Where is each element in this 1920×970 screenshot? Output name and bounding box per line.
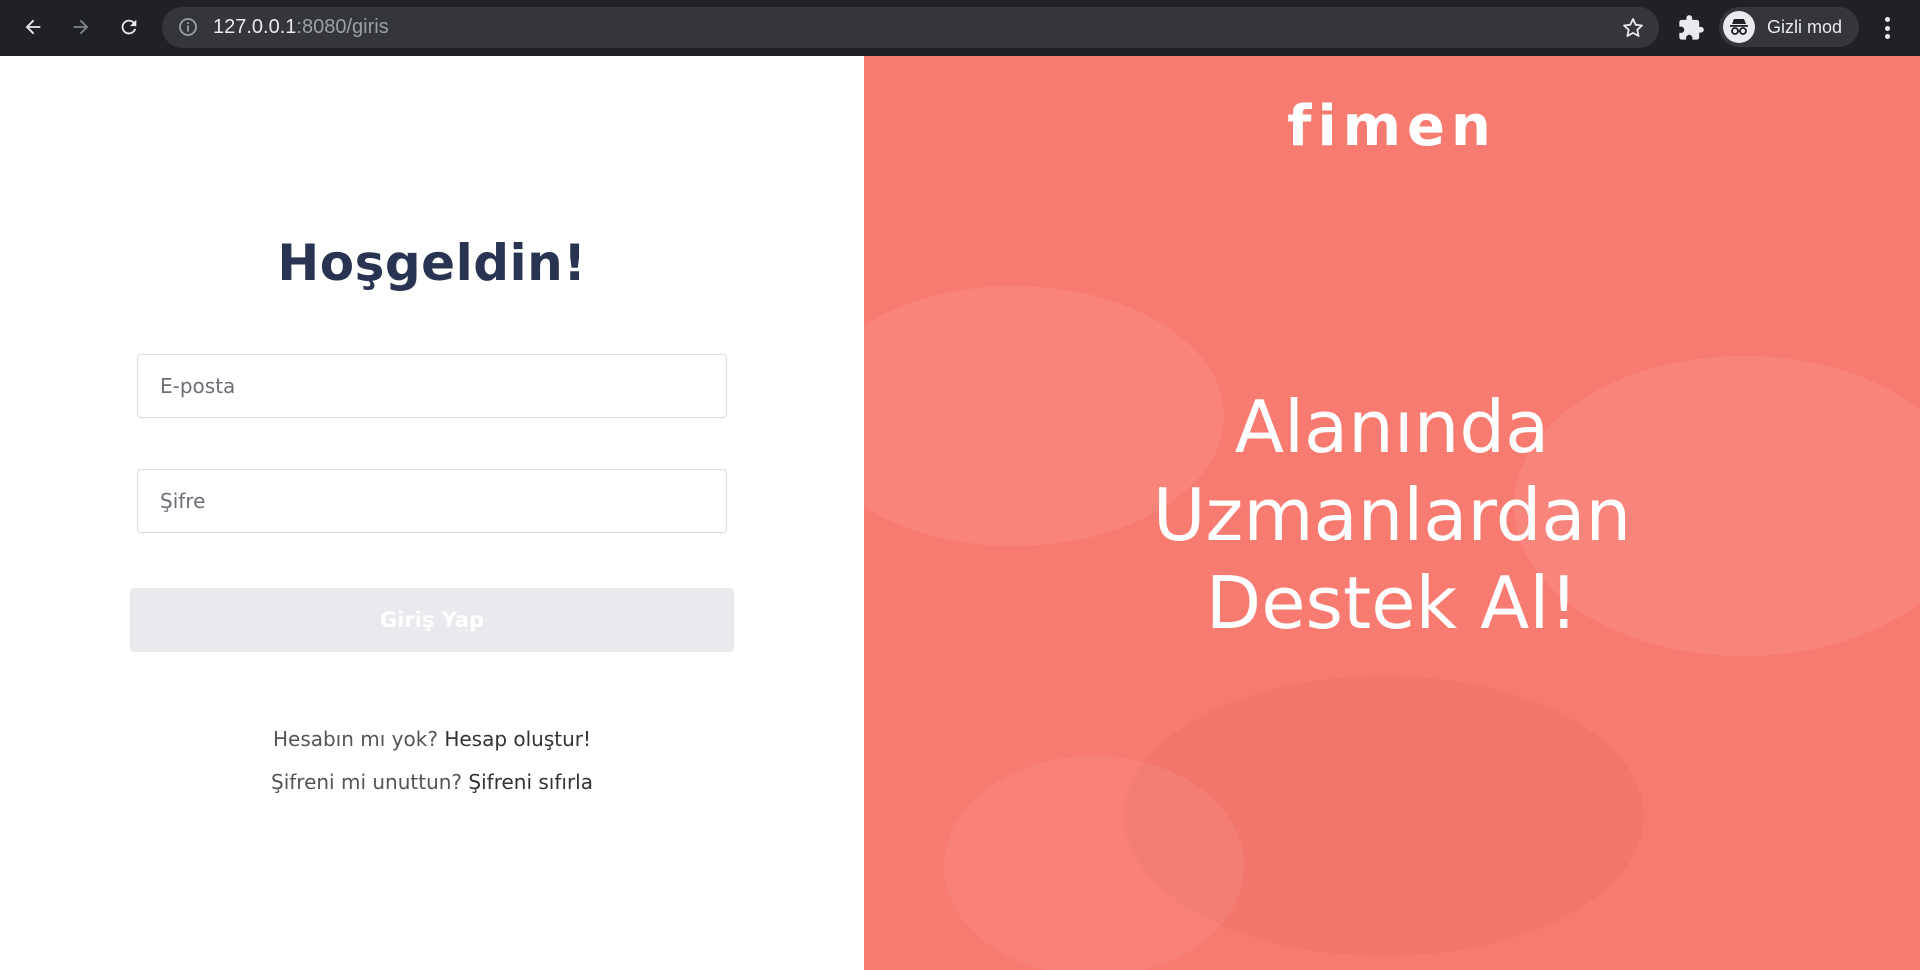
incognito-label: Gizli mod <box>1767 17 1843 37</box>
info-icon[interactable] <box>178 17 198 37</box>
login-button[interactable]: Giriş Yap <box>130 588 734 652</box>
promo-headline: Alanında Uzmanlardan Destek Al! <box>864 383 1920 647</box>
reset-password-link[interactable]: Şifreni sıfırla <box>468 770 593 794</box>
forward-button[interactable] <box>64 10 98 44</box>
signup-line: Hesabın mı yok? Hesap oluştur! <box>0 727 864 751</box>
signup-prompt: Hesabın mı yok? <box>272 727 438 751</box>
login-panel: Hoşgeldin! Giriş Yap Hesabın mı yok? Hes… <box>0 56 864 970</box>
password-input[interactable] <box>137 469 727 533</box>
url-host: 127.0.0.1 <box>213 16 297 38</box>
browser-toolbar: 127.0.0.1:8080/giris Gizli mod <box>0 0 1920 56</box>
signup-link[interactable]: Hesap oluştur! <box>444 727 591 751</box>
url-path: :8080/giris <box>296 16 389 38</box>
star-icon[interactable] <box>1621 16 1645 40</box>
brand-logo: fimen <box>1287 94 1497 159</box>
reset-password-line: Şifreni mi unuttun? Şifreni sıfırla <box>0 770 864 794</box>
background-hands-shape <box>944 756 1244 970</box>
back-arrow-icon <box>25 19 41 35</box>
back-button[interactable] <box>16 10 50 44</box>
address-bar[interactable]: 127.0.0.1:8080/giris <box>162 7 1659 48</box>
forward-arrow-icon <box>73 19 89 35</box>
headline-line-1: Alanında <box>1234 385 1550 469</box>
promo-panel: fimen Alanında Uzmanlardan Destek Al! <box>864 56 1920 970</box>
reset-prompt: Şifreni mi unuttun? <box>271 770 463 794</box>
reload-button[interactable] <box>112 10 146 44</box>
puzzle-extension-icon[interactable] <box>1677 14 1705 42</box>
incognito-profile-button[interactable]: Gizli mod <box>1719 7 1859 47</box>
more-vertical-icon[interactable] <box>1875 14 1899 42</box>
reload-icon <box>121 19 137 35</box>
email-input[interactable] <box>137 354 727 418</box>
url-text[interactable]: 127.0.0.1:8080/giris <box>213 7 389 48</box>
headline-line-3: Destek Al! <box>1205 561 1579 645</box>
incognito-icon <box>1723 11 1755 43</box>
page-title: Hoşgeldin! <box>277 234 587 292</box>
headline-line-2: Uzmanlardan <box>1152 473 1632 557</box>
